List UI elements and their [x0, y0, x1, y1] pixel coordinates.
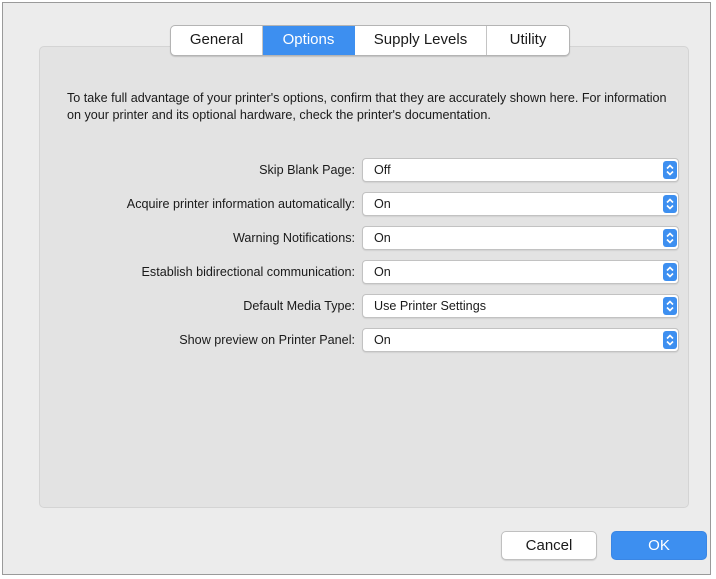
select-value: On	[374, 197, 391, 211]
option-row-acquire-printer-info: Acquire printer information automaticall…	[0, 192, 716, 216]
chevron-up-down-icon	[663, 161, 677, 179]
select-value: On	[374, 333, 391, 347]
option-row-show-preview: Show preview on Printer Panel: On	[0, 328, 716, 352]
cancel-button[interactable]: Cancel	[501, 531, 597, 560]
default-media-type-select[interactable]: Use Printer Settings	[362, 294, 679, 318]
bidirectional-communication-select[interactable]: On	[362, 260, 679, 284]
chevron-up-down-icon	[663, 229, 677, 247]
option-label: Warning Notifications:	[232, 231, 355, 245]
ok-button[interactable]: OK	[611, 531, 707, 560]
option-label: Skip Blank Page:	[259, 163, 355, 177]
option-label: Show preview on Printer Panel:	[179, 333, 355, 347]
option-row-skip-blank-page: Skip Blank Page: Off	[0, 158, 716, 182]
option-row-bidirectional-communication: Establish bidirectional communication: O…	[0, 260, 716, 284]
tab-general[interactable]: General	[171, 26, 263, 55]
option-label: Default Media Type:	[243, 299, 355, 313]
option-label: Acquire printer information automaticall…	[126, 197, 355, 211]
tab-utility[interactable]: Utility	[487, 26, 569, 55]
skip-blank-page-select[interactable]: Off	[362, 158, 679, 182]
select-value: Use Printer Settings	[374, 299, 486, 313]
select-value: On	[374, 231, 391, 245]
option-row-default-media-type: Default Media Type: Use Printer Settings	[0, 294, 716, 318]
tab-bar: General Options Supply Levels Utility	[170, 25, 570, 56]
chevron-up-down-icon	[663, 263, 677, 281]
select-value: On	[374, 265, 391, 279]
option-label: Establish bidirectional communication:	[141, 265, 356, 279]
option-row-warning-notifications: Warning Notifications: On	[0, 226, 716, 250]
chevron-up-down-icon	[663, 331, 677, 349]
chevron-up-down-icon	[663, 297, 677, 315]
options-intro-text: To take full advantage of your printer's…	[67, 91, 667, 122]
warning-notifications-select[interactable]: On	[362, 226, 679, 250]
chevron-up-down-icon	[663, 195, 677, 213]
tab-supply-levels[interactable]: Supply Levels	[355, 26, 487, 55]
tab-options[interactable]: Options	[263, 26, 355, 55]
printer-options-dialog	[2, 2, 711, 575]
acquire-printer-info-select[interactable]: On	[362, 192, 679, 216]
show-preview-select[interactable]: On	[362, 328, 679, 352]
select-value: Off	[374, 163, 391, 177]
